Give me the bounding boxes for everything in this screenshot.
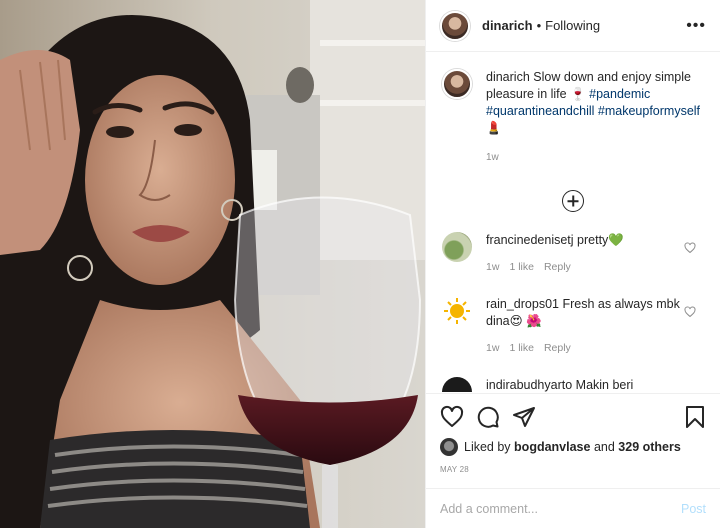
comment-time[interactable]: 1w — [486, 340, 499, 357]
reply-button[interactable]: Reply — [544, 340, 571, 357]
liker-avatar[interactable] — [440, 438, 458, 456]
more-options-icon[interactable]: ••• — [686, 17, 706, 35]
caption-timestamp[interactable]: 1w — [486, 149, 701, 166]
post-comment-button[interactable]: Post — [681, 502, 706, 516]
like-comment-heart-icon[interactable] — [684, 306, 696, 318]
load-more-comments — [442, 190, 704, 212]
header-separator: • — [536, 18, 542, 33]
comment-bubble-icon[interactable] — [476, 405, 500, 429]
post-actions: Liked by bogdanvlase and 329 others MAY … — [426, 393, 720, 474]
author-avatar[interactable] — [440, 10, 470, 41]
action-icons-row — [440, 404, 706, 430]
comment-like-count[interactable]: 1 like — [509, 340, 534, 357]
load-more-plus-icon[interactable] — [562, 190, 584, 212]
sun-avatar-icon — [444, 298, 470, 324]
comment-text: Makin beri — [575, 378, 634, 392]
commenter-username[interactable]: indirabudhyarto — [486, 378, 572, 392]
hashtag-link[interactable]: #pandemic — [589, 87, 650, 101]
commenter-avatar[interactable] — [442, 232, 472, 262]
likes-conjunction: and — [593, 440, 615, 454]
likes-prefix: Liked by — [464, 440, 511, 454]
likes-summary: Liked by bogdanvlase and 329 others — [440, 438, 706, 456]
hashtag-link[interactable]: #makeupformyself — [598, 104, 700, 118]
commenter-avatar[interactable] — [442, 377, 472, 392]
reply-button[interactable]: Reply — [544, 259, 571, 276]
post-date[interactable]: MAY 28 — [440, 465, 706, 474]
like-heart-icon[interactable] — [440, 405, 464, 429]
likes-others-link[interactable]: 329 others — [618, 440, 681, 454]
commenter-avatar[interactable] — [442, 296, 472, 326]
caption-username[interactable]: dinarich — [486, 70, 530, 84]
comment-time[interactable]: 1w — [486, 259, 499, 276]
photo-illustration — [0, 0, 425, 528]
add-comment-bar: Post — [426, 488, 720, 528]
comment-item: rain_drops01 Fresh as always mbk dina😍 🌺… — [442, 296, 704, 357]
lipstick-emoji: 💄 — [486, 121, 502, 135]
like-comment-heart-icon[interactable] — [684, 242, 696, 254]
wine-emoji: 🍷 — [570, 87, 586, 101]
comments-section[interactable]: dinarich Slow down and enjoy simple plea… — [426, 53, 720, 392]
post-details-pane: dinarich • Following ••• dinarich Slow d… — [425, 0, 720, 528]
comment-item: indirabudhyarto Makin beri — [442, 377, 704, 392]
commenter-username[interactable]: rain_drops01 — [486, 297, 559, 311]
bookmark-icon[interactable] — [684, 405, 706, 429]
post-header: dinarich • Following ••• — [426, 0, 720, 52]
comment-text: pretty💚 — [577, 233, 624, 247]
author-username[interactable]: dinarich — [482, 18, 533, 33]
hashtag-link[interactable]: #quarantineandchill — [486, 104, 594, 118]
caption-avatar[interactable] — [442, 69, 472, 99]
following-status-button[interactable]: Following — [545, 18, 600, 33]
comment-item: francinedenisetj pretty💚 1w 1 like Reply — [442, 232, 704, 276]
liker-username[interactable]: bogdanvlase — [514, 440, 590, 454]
comment-like-count[interactable]: 1 like — [509, 259, 534, 276]
share-send-icon[interactable] — [512, 405, 536, 429]
commenter-username[interactable]: francinedenisetj — [486, 233, 574, 247]
post-caption: dinarich Slow down and enjoy simple plea… — [442, 69, 704, 166]
post-photo[interactable] — [0, 0, 425, 528]
comment-input[interactable] — [440, 501, 681, 516]
